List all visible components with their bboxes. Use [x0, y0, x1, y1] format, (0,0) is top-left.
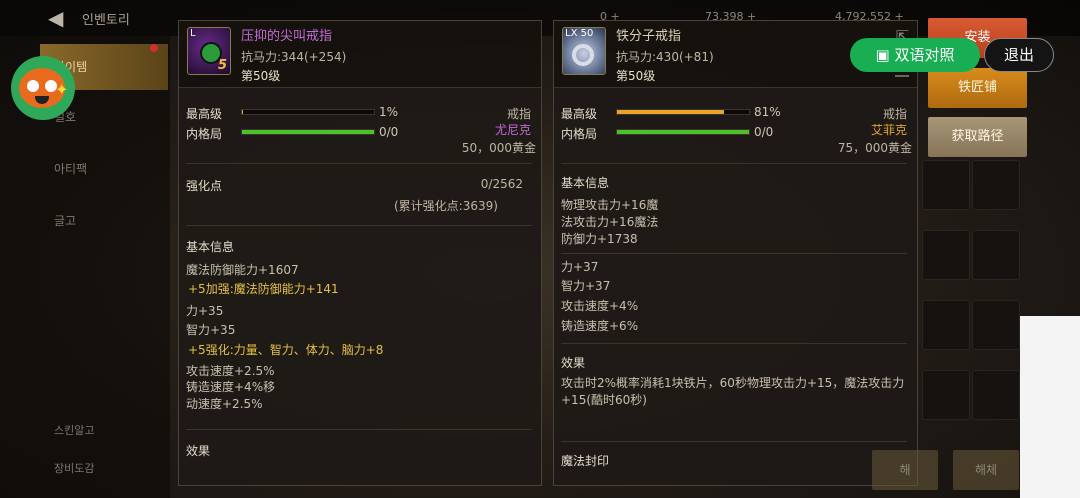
- stat-line: 力+37: [561, 260, 599, 274]
- inner-value: 0/0: [754, 125, 774, 139]
- back-arrow-icon[interactable]: ◀: [48, 6, 63, 30]
- item-price: 75，000黄金: [837, 141, 912, 155]
- stat-line: 动速度+2.5%: [186, 397, 263, 411]
- item-rarity: 艾菲克: [870, 123, 907, 137]
- item-level: 第50级: [616, 69, 656, 83]
- bottom-action-button-1[interactable]: 해: [872, 450, 938, 490]
- divider: [561, 163, 907, 164]
- reinforce-label: 强化点: [186, 179, 223, 193]
- max-grade-value: 1%: [379, 105, 399, 119]
- sparkle-icon: ✦: [55, 80, 69, 99]
- nav-bottom-1[interactable]: 스킨알고: [54, 422, 94, 438]
- stat-line: 铸造速度+6%: [561, 319, 639, 333]
- divider: [561, 441, 907, 442]
- bilingual-label: 双语对照: [894, 46, 955, 64]
- inner-label: 内格局: [561, 127, 598, 141]
- item-power: 抗马力:344(+254): [241, 50, 347, 64]
- stat-line: 铸造速度+4%移: [186, 380, 276, 394]
- inner-fill: [617, 130, 749, 134]
- side-white-panel: [1020, 316, 1080, 498]
- bilingual-toggle-button[interactable]: ▣ 双语对照: [850, 38, 980, 72]
- nav-bottom-2[interactable]: 장비도감: [54, 460, 94, 476]
- basic-info-title: 基本信息: [561, 176, 610, 190]
- divider: [186, 225, 532, 226]
- max-grade-bar: [241, 109, 375, 115]
- reinforce-total: (累计强化点:3639): [394, 199, 498, 213]
- stat-line: 力+35: [186, 304, 224, 318]
- inventory-slot[interactable]: [972, 230, 1020, 280]
- chat-icon: ▣: [875, 46, 890, 64]
- max-grade-fill: [242, 110, 244, 114]
- nav-item-4[interactable]: 글고: [40, 198, 168, 244]
- seal-title: 魔法封印: [561, 454, 610, 468]
- effect-text: 攻击时2%概率消耗1块铁片，60秒物理攻击力+15，魔法攻击力+15(酷时60秒…: [561, 376, 905, 407]
- max-grade-value: 81%: [754, 105, 781, 119]
- max-grade-label: 最高级: [561, 107, 598, 121]
- stat-line: 攻击速度+2.5%: [186, 364, 275, 378]
- acquire-route-button[interactable]: 获取路径: [928, 117, 1027, 157]
- inner-bar: [241, 129, 375, 135]
- stat-line-bonus: +5加强:魔法防御能力+141: [188, 282, 339, 296]
- inner-bar: [616, 129, 750, 135]
- item-panel-compare: LX 50 铁分子戒指 抗马力:430(+81) 第50级 ⇱ 最高级 81% …: [553, 20, 918, 486]
- inventory-slot[interactable]: [922, 160, 970, 210]
- inventory-slot[interactable]: [972, 160, 1020, 210]
- stat-line: 防御力+1738: [561, 232, 638, 246]
- item-grade-tag: LX 50: [565, 28, 594, 39]
- notification-dot: [150, 44, 158, 52]
- max-grade-bar: [616, 109, 750, 115]
- basic-info-title: 基本信息: [186, 240, 235, 254]
- blacksmith-button[interactable]: 铁匠铺: [928, 68, 1027, 108]
- max-grade-fill: [617, 110, 724, 114]
- stat-line: 攻击速度+4%: [561, 299, 639, 313]
- nav-item-3[interactable]: 아티팩: [40, 146, 168, 192]
- stat-line: 法攻击力+16魔法: [561, 215, 659, 229]
- item-panel-equipped: L 5 压抑的尖叫戒指 抗马力:344(+254) 第50级 最高级 1% 戒指…: [178, 20, 542, 486]
- effect-title: 效果: [186, 444, 211, 458]
- item-power: 抗马力:430(+81): [616, 50, 714, 64]
- stat-line: 魔法防御能力+1607: [186, 263, 299, 277]
- divider: [561, 343, 907, 344]
- item-enhance-badge: 5: [217, 58, 227, 73]
- item-level: 第50级: [241, 69, 281, 83]
- item-type: 戒指: [882, 107, 907, 121]
- item-icon-iron-ring[interactable]: LX 50: [562, 27, 606, 75]
- inner-fill: [242, 130, 374, 134]
- ring-icon: [572, 44, 594, 66]
- effect-title: 效果: [561, 356, 586, 370]
- inner-label: 内格局: [186, 127, 223, 141]
- stat-line: 智力+37: [561, 279, 611, 293]
- item-icon-scream-ring[interactable]: L 5: [187, 27, 231, 75]
- divider: [186, 429, 532, 430]
- item-name: 压抑的尖叫戒指: [241, 29, 333, 44]
- mascot-eye-left: [27, 80, 39, 92]
- max-grade-label: 最高级: [186, 107, 223, 121]
- stat-line: 物理攻击力+16魔: [561, 198, 659, 212]
- reinforce-value: 0/2562: [480, 177, 523, 191]
- divider: [186, 163, 532, 164]
- inventory-slot[interactable]: [922, 370, 970, 420]
- inventory-slot[interactable]: [922, 300, 970, 350]
- stat-line-bonus: +5强化:力量、智力、体力、脑力+8: [188, 343, 384, 357]
- inventory-slot[interactable]: [972, 370, 1020, 420]
- exit-button[interactable]: 退出: [984, 38, 1054, 72]
- divider: [561, 253, 907, 254]
- item-price: 50，000黄金: [461, 141, 536, 155]
- item-name: 铁分子戒指: [616, 29, 682, 44]
- item-header: L 5 压抑的尖叫戒指 抗马力:344(+254) 第50级: [179, 21, 541, 88]
- inner-value: 0/0: [379, 125, 399, 139]
- mascot-mouth: [35, 96, 49, 104]
- item-type: 戒指: [506, 107, 531, 121]
- stat-line: 智力+35: [186, 323, 236, 337]
- bottom-action-button-2[interactable]: 해체: [953, 450, 1019, 490]
- screen-title: 인벤토리: [82, 13, 130, 28]
- item-grade-tag: L: [190, 28, 196, 39]
- inventory-slot[interactable]: [972, 300, 1020, 350]
- item-rarity: 尤尼克: [494, 123, 531, 137]
- inventory-slot[interactable]: [922, 230, 970, 280]
